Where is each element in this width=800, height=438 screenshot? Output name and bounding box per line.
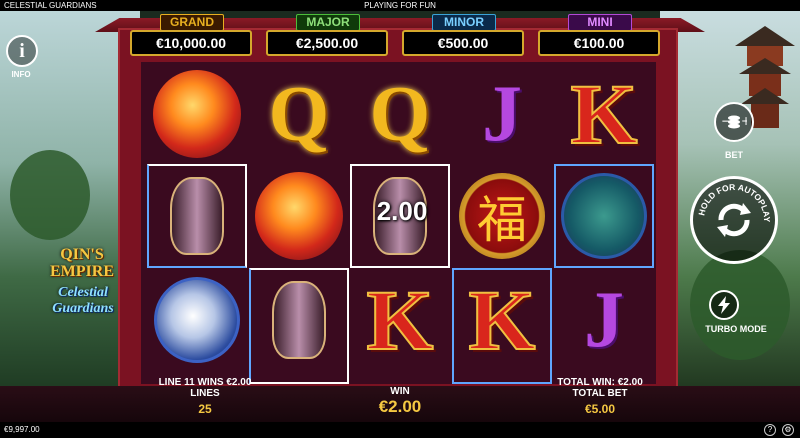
lines-label: LINES (190, 388, 220, 399)
wolf-icon (154, 277, 240, 363)
reel-cell: Q (249, 64, 349, 164)
svg-text:HOLD FOR AUTOPLAY: HOLD FOR AUTOPLAY (696, 182, 772, 223)
symbol-letter: J (584, 275, 624, 364)
total-bet-value: €5.00 (584, 402, 616, 416)
symbol-j: J (554, 270, 654, 370)
jackpot-value: €500.00 (402, 30, 524, 56)
win-label: WIN (390, 386, 410, 397)
help-icon[interactable]: ? (764, 424, 776, 436)
jackpot-value: €2,500.00 (266, 30, 388, 56)
settings-icon[interactable]: ⚙ (782, 424, 794, 436)
info-icon: i (19, 40, 25, 62)
symbol-fortune-coin: 福 (452, 166, 552, 266)
reel-cell (249, 166, 349, 266)
symbol-wolf (147, 270, 247, 370)
reel-cell (147, 64, 247, 164)
tree-right (690, 250, 790, 360)
phoenix-icon (153, 70, 241, 158)
autoplay-label: HOLD FOR AUTOPLAY (696, 182, 772, 223)
reel-cell: J (554, 270, 654, 370)
jackpot-label: MAJOR (296, 14, 360, 31)
total-win-text: TOTAL WIN: €2.00 (557, 377, 643, 388)
symbol-letter: Q (369, 70, 431, 157)
jackpot-label: MINI (568, 14, 632, 31)
bet-label: BET (725, 150, 743, 160)
line-highlight (452, 268, 552, 384)
symbol-phoenix (147, 64, 247, 164)
line-highlight (554, 164, 654, 268)
win-highlight (147, 164, 247, 268)
fortune-coin-icon: 福 (459, 173, 545, 259)
symbol-letter: J (482, 69, 522, 158)
lines-value: 25 (198, 402, 212, 416)
symbol-q: Q (350, 64, 450, 164)
reel-cell: K (350, 270, 450, 370)
reel-cell (147, 270, 247, 370)
symbol-letter: K (366, 271, 435, 369)
info-button[interactable]: i (6, 35, 38, 67)
win-value: €2.00 (378, 397, 422, 416)
reel-cell: J (452, 64, 552, 164)
jackpot-value: €10,000.00 (130, 30, 252, 56)
bet-button[interactable]: − + (714, 102, 754, 142)
symbol-q: Q (249, 64, 349, 164)
symbol-k: K (350, 270, 450, 370)
footer-bar: €9,997.00 ? ⚙ (0, 422, 800, 438)
symbol-letter: Q (268, 70, 330, 157)
phoenix-icon (255, 172, 343, 260)
jackpot-minor: MINOR €500.00 (402, 14, 524, 58)
reel-cell: Q (350, 64, 450, 164)
reel-cell: 福 (452, 166, 552, 266)
total-bet-label: TOTAL BET (572, 388, 628, 399)
turbo-label: TURBO MODE (705, 324, 767, 334)
lightning-icon (718, 296, 730, 314)
symbol-letter: K (570, 65, 639, 163)
jackpot-grand: GRAND €10,000.00 (130, 14, 252, 58)
coin-stack-icon: − + (721, 114, 747, 129)
jackpot-value: €100.00 (538, 30, 660, 56)
svg-text:+: + (741, 114, 747, 128)
line-win-text: LINE 11 WINS €2.00 (158, 377, 252, 388)
tree-left (10, 150, 90, 240)
play-mode: PLAYING FOR FUN (364, 1, 436, 10)
symbol-win-amount: 2.00 (376, 196, 428, 226)
top-bar: CELESTIAL GUARDIANS PLAYING FOR FUN (0, 0, 800, 11)
jackpot-label: MINOR (432, 14, 496, 31)
win-highlight (249, 268, 349, 384)
symbol-k: K (554, 64, 654, 164)
symbol-j: J (452, 64, 552, 164)
logo-celestial-guardians: Celestial Guardians (52, 285, 114, 316)
logo-qins-empire: QIN'S EMPIRE (50, 246, 114, 280)
turbo-button[interactable] (709, 290, 739, 320)
info-label: INFO (11, 70, 31, 79)
jackpot-mini: MINI €100.00 (538, 14, 660, 58)
reel-cell: K (554, 64, 654, 164)
symbol-phoenix (249, 166, 349, 266)
jackpot-label: GRAND (160, 14, 224, 31)
autoplay-ring-label: HOLD FOR AUTOPLAY (696, 182, 772, 223)
balance: €9,997.00 (4, 425, 40, 434)
jackpot-major: MAJOR €2,500.00 (266, 14, 388, 58)
